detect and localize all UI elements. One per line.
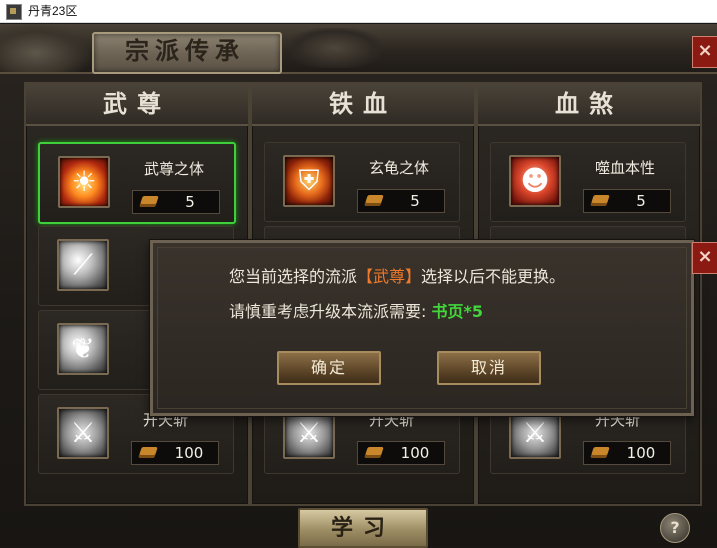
feather-blade-icon: ❦: [57, 323, 109, 375]
cost-box: 5: [583, 189, 671, 213]
cost-box: 100: [357, 441, 445, 465]
dialog-message-line1: 您当前选择的流派【武尊】选择以后不能更换。: [229, 263, 565, 287]
cost-value: 5: [636, 192, 646, 210]
dialog-message-line2: 请慎重考虑升级本流派需要: 书页*5: [229, 298, 483, 322]
skill-name: 玄龟之体: [369, 159, 430, 177]
skill-card[interactable]: ☀ 武尊之体 5: [38, 142, 236, 224]
skill-name: 噬血本性: [595, 159, 656, 177]
window-titlebar: 丹青23区: [0, 0, 717, 23]
close-dialog-button[interactable]: ×: [692, 242, 717, 274]
skill-name: 武尊之体: [144, 160, 205, 178]
book-page-icon: [139, 196, 159, 207]
confirm-button[interactable]: 确定: [277, 351, 381, 385]
blood-rage-icon: ☻: [509, 155, 561, 207]
cost-value: 5: [185, 193, 195, 211]
book-page-icon: [590, 447, 610, 458]
message-text: 选择以后不能更换。: [421, 267, 566, 286]
column-title: 血煞: [478, 84, 700, 126]
dragon-ornament-icon: [0, 24, 90, 72]
cost-value: 100: [174, 444, 204, 462]
blade-slash-icon: ⟋: [57, 239, 109, 291]
close-panel-button[interactable]: ×: [692, 36, 717, 68]
cost-value: 100: [626, 444, 656, 462]
book-page-icon: [590, 195, 610, 206]
cost-value: 100: [400, 444, 430, 462]
confirm-dialog: 您当前选择的流派【武尊】选择以后不能更换。 请慎重考虑升级本流派需要: 书页*5…: [150, 240, 694, 416]
sect-name-highlight: 【武尊】: [357, 267, 422, 286]
halberd-icon: ⚔: [57, 407, 109, 459]
column-title: 武尊: [26, 84, 248, 126]
dragon-ornament-icon: [290, 28, 380, 68]
window-title: 丹青23区: [28, 4, 78, 18]
book-page-icon: [364, 447, 384, 458]
required-cost: 书页*5: [431, 302, 484, 321]
learn-button[interactable]: 学习: [298, 508, 428, 548]
skill-card[interactable]: ⛨ 玄龟之体 5: [264, 142, 460, 222]
turtle-shield-icon: ⛨: [283, 155, 335, 207]
cost-box: 100: [583, 441, 671, 465]
cost-box: 5: [357, 189, 445, 213]
message-text: 您当前选择的流派: [229, 267, 358, 286]
fire-body-icon: ☀: [58, 156, 110, 208]
book-page-icon: [364, 195, 384, 206]
cost-box: 5: [132, 190, 220, 214]
cancel-button[interactable]: 取消: [437, 351, 541, 385]
help-icon[interactable]: ?: [660, 513, 690, 543]
skill-card[interactable]: ☻ 噬血本性 5: [490, 142, 686, 222]
panel-title: 宗派传承: [125, 36, 245, 65]
panel-header: 宗派传承: [0, 24, 717, 74]
cost-value: 5: [410, 192, 420, 210]
cost-box: 100: [131, 441, 219, 465]
app-icon: [6, 4, 22, 20]
column-title: 铁血: [252, 84, 474, 126]
book-page-icon: [138, 447, 158, 458]
message-text: 请慎重考虑升级本流派需要:: [229, 302, 427, 321]
